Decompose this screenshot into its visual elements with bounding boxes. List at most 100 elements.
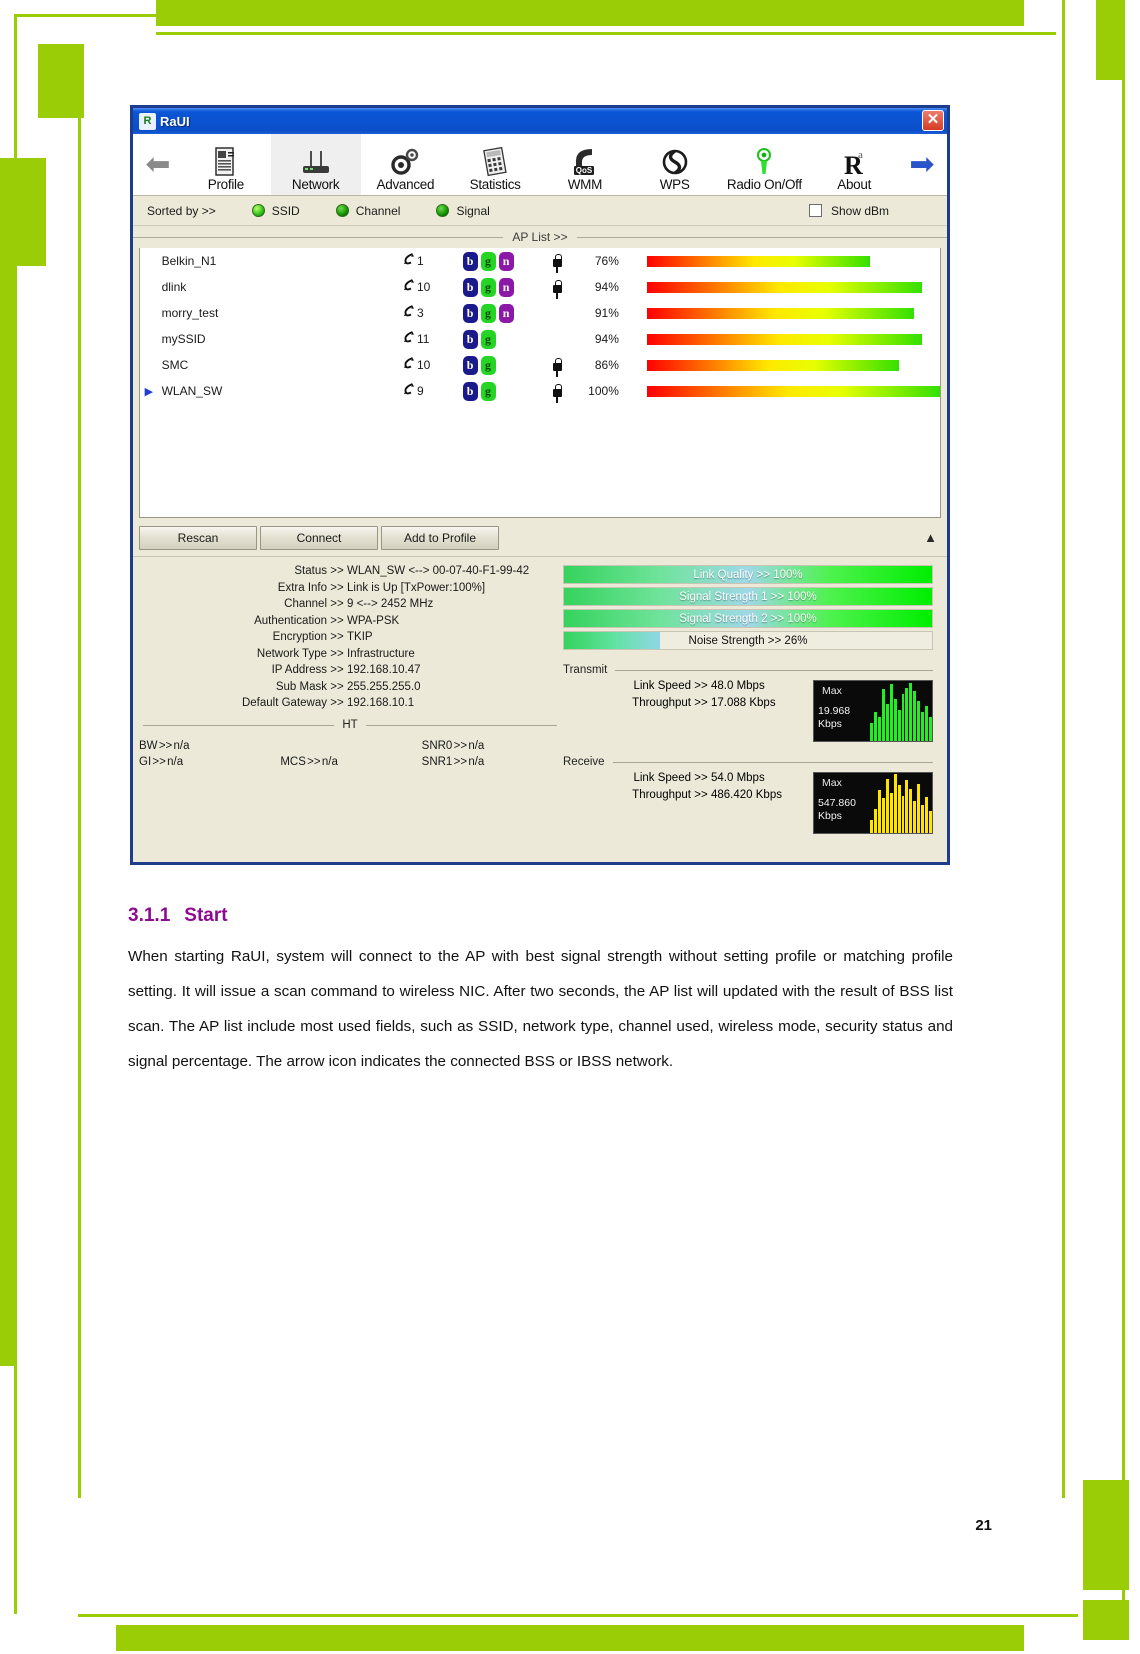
ap-list-row[interactable]: mySSID 11 b g 94% (140, 326, 940, 352)
show-dbm-checkbox[interactable]: Show dBm (808, 204, 889, 218)
mode-n-icon: n (498, 303, 514, 323)
separator: >> (453, 740, 468, 752)
receive-max-unit: Kbps (818, 810, 842, 822)
histogram-bar (905, 780, 909, 833)
frame-top-line (156, 32, 1056, 35)
connect-button[interactable]: Connect (260, 525, 378, 550)
tab-profile[interactable]: Profile (181, 134, 271, 195)
ap-list-row[interactable]: Belkin_N1 1 b g n 76% (140, 248, 940, 274)
transmit-throughput-value: 17.088 Kbps (711, 696, 776, 709)
ap-channel: 10 (402, 278, 463, 296)
ht-col-snr: SNR0 >> n/a SNR1 >> n/a (422, 740, 563, 772)
receive-section: Receive Link Speed >> 54.0 Mbps Throughp… (563, 756, 933, 834)
tab-statistics[interactable]: Statistics (450, 134, 540, 195)
ht-col-mcs: . MCS >> n/a (280, 740, 421, 772)
ap-channel: 1 (402, 252, 463, 270)
histogram-bar (929, 811, 932, 833)
sort-option-channel[interactable]: Channel (335, 204, 400, 218)
ht-mcs-row: MCS >> n/a (280, 756, 421, 768)
add-to-profile-button[interactable]: Add to Profile (381, 525, 499, 550)
wireless-signal-icon (402, 252, 415, 270)
status-row: Encryption >> TKIP (139, 631, 563, 643)
ap-channel: 11 (402, 330, 463, 348)
transmit-throughput-graph: Max 19.968 Kbps (813, 680, 933, 742)
ht-bw-row: BW >> n/a (139, 740, 280, 752)
status-detail-column: Status >> WLAN_SW <--> 00-07-40-F1-99-42 Ex… (133, 565, 563, 856)
receive-bars (870, 773, 932, 833)
ap-list[interactable]: Belkin_N1 1 b g n 76% dlink 10 b g n 94% morry_test 3… (139, 248, 941, 518)
receive-throughput-value: 486.420 Kbps (711, 788, 782, 801)
ap-signal-bar-track (646, 385, 940, 397)
tab-radio-onoff[interactable]: Radio On/Off (720, 134, 810, 195)
mode-b-icon: b (462, 355, 478, 375)
ht-snr0-row: SNR0 >> n/a (422, 740, 563, 752)
ap-list-header: AP List >> (133, 226, 947, 248)
ap-signal-percent: 94% (594, 280, 619, 294)
page-number: 21 (975, 1517, 992, 1534)
separator: >> (158, 740, 173, 752)
transmit-link-speed-row: Link Speed >> 48.0 Mbps (575, 680, 813, 692)
tab-wmm[interactable]: QoS WMM (540, 134, 630, 195)
about-r-icon: Ra (840, 147, 868, 177)
ht-mcs-key: MCS (280, 756, 306, 768)
receive-throughput-row: Throughput >> 486.420 Kbps (575, 789, 813, 801)
frame-right-vline-inner (1062, 0, 1065, 1498)
transmit-section: Transmit Link Speed >> 48.0 Mbps Through… (563, 664, 933, 742)
led-icon (436, 204, 450, 217)
mode-n-icon: n (498, 277, 514, 297)
mode-g-icon: g (480, 329, 496, 349)
back-arrow-icon[interactable]: ⬅ (135, 134, 181, 195)
ht-mcs-value: n/a (321, 756, 338, 768)
tab-wps[interactable]: WPS (630, 134, 720, 195)
transmit-link-speed-key: Link Speed (633, 680, 691, 692)
ht-snr0-value: n/a (468, 740, 485, 752)
ap-channel-number: 10 (416, 358, 431, 372)
collapse-triangle-icon[interactable]: ▲ (924, 530, 937, 545)
status-rows: Status >> WLAN_SW <--> 00-07-40-F1-99-42 Ex… (139, 565, 563, 709)
ap-list-row[interactable]: SMC 10 b g 86% (140, 352, 940, 378)
sort-option-ssid[interactable]: SSID (251, 203, 300, 218)
transmit-values: Link Speed >> 48.0 Mbps Throughput >> 17… (563, 680, 813, 713)
close-icon[interactable]: ✕ (922, 110, 944, 131)
divider (143, 724, 335, 726)
rescan-button[interactable]: Rescan (139, 525, 257, 550)
receive-title: Receive (563, 756, 605, 768)
receive-max-label: Max (822, 777, 842, 789)
transmit-bars (870, 681, 932, 741)
tab-network[interactable]: Network (270, 134, 361, 195)
forward-arrow-icon[interactable]: ➡ (899, 134, 945, 195)
main-toolbar: ⬅ Profile Network Advanced Statistics Qo… (133, 134, 947, 196)
status-row-value: TKIP (347, 631, 373, 643)
raui-logo-icon: R (139, 112, 156, 130)
receive-link-speed-value: 54.0 Mbps (711, 772, 765, 784)
quality-bar-label: Signal Strength 1 >> 100% (679, 590, 817, 603)
status-row-value: Infrastructure (347, 647, 415, 660)
quality-bar-label: Signal Strength 2 >> 100% (679, 612, 817, 625)
status-row-key: IP Address (271, 664, 327, 676)
ap-list-row[interactable]: dlink 10 b g n 94% (140, 274, 940, 300)
histogram-bar (877, 789, 881, 833)
ap-list-row[interactable]: morry_test 3 b g n 91% (140, 300, 940, 326)
tab-radio-onoff-label: Radio On/Off (726, 177, 802, 192)
tab-about[interactable]: Ra About (809, 134, 899, 195)
mode-n-empty (499, 356, 514, 375)
tab-advanced[interactable]: Advanced (361, 134, 451, 195)
transmit-body: Link Speed >> 48.0 Mbps Throughput >> 17… (563, 680, 933, 742)
led-icon (335, 204, 349, 217)
quality-bar-group: Link Quality >> 100% Signal Strength 1 >>… (563, 565, 933, 650)
ap-list-title: AP List >> (512, 230, 568, 244)
ap-list-row[interactable]: ▶ WLAN_SW 9 b g 100% (140, 378, 940, 404)
transmit-header: Transmit (563, 664, 933, 676)
profile-icon (213, 147, 239, 177)
sort-option-signal[interactable]: Signal (436, 204, 490, 218)
ap-ssid: dlink (161, 280, 187, 294)
receive-max-value: 547.860 Kbps (818, 797, 856, 823)
separator: >> (330, 614, 344, 627)
separator: >> (330, 680, 344, 693)
sort-option-ssid-label: SSID (271, 203, 300, 218)
histogram-bar (893, 699, 897, 741)
mode-b-icon: b (462, 277, 478, 297)
status-row-value: 9 <--> 2452 MHz (347, 598, 434, 610)
separator: >> (330, 598, 344, 610)
signal-meters-column: Link Quality >> 100% Signal Strength 1 >>… (563, 565, 947, 856)
